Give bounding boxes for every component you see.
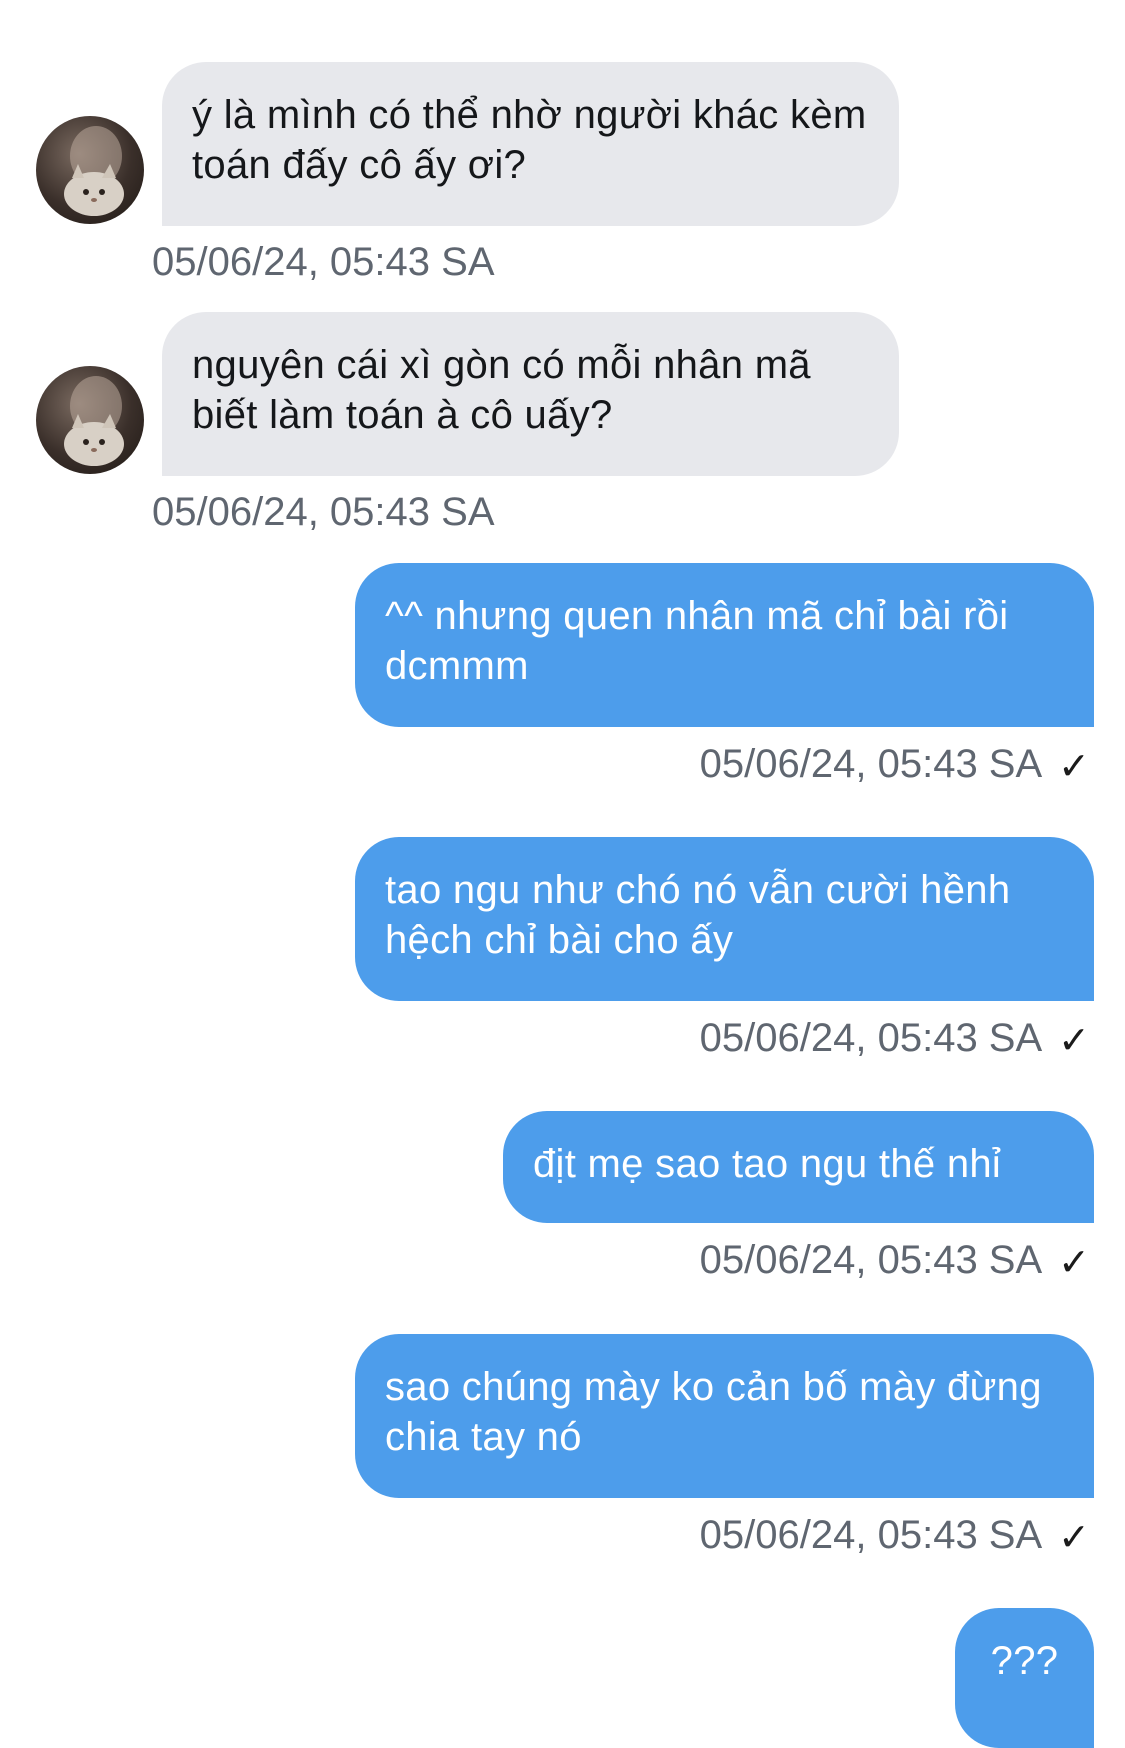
outgoing-message-bubble[interactable]: ^^ nhưng quen nhân mã chỉ bài rồi dcmmm bbox=[355, 563, 1094, 727]
message-timestamp: 05/06/24, 05:43 SA bbox=[152, 490, 495, 534]
message-timestamp: 05/06/24, 05:43 SA bbox=[699, 1016, 1043, 1060]
checkmark-icon: ✓ bbox=[1058, 1242, 1090, 1284]
checkmark-icon: ✓ bbox=[1058, 1020, 1090, 1062]
checkmark-icon: ✓ bbox=[1058, 1517, 1090, 1559]
message-meta: 05/06/24, 05:43 SA ✓ bbox=[700, 740, 1090, 791]
incoming-message-bubble[interactable]: ý là mình có thể nhờ người khác kèm toán… bbox=[162, 62, 899, 226]
outgoing-message-bubble[interactable]: ??? bbox=[955, 1608, 1094, 1748]
outgoing-message-bubble[interactable]: địt mẹ sao tao ngu thế nhỉ bbox=[503, 1111, 1094, 1223]
cat-avatar-icon bbox=[64, 376, 124, 466]
outgoing-message-bubble[interactable]: sao chúng mày ko cản bố mày đừng chia ta… bbox=[355, 1334, 1094, 1498]
message-meta: 05/06/24, 05:43 SA ✓ bbox=[700, 1511, 1090, 1562]
message-meta: 05/06/24, 05:43 SA ✓ bbox=[700, 1236, 1090, 1287]
checkmark-icon: ✓ bbox=[1058, 746, 1090, 788]
message-meta: 05/06/24, 05:43 SA ✓ bbox=[700, 1014, 1090, 1065]
cat-avatar-icon bbox=[64, 126, 124, 216]
message-timestamp: 05/06/24, 05:43 SA bbox=[699, 742, 1043, 786]
message-timestamp: 05/06/24, 05:43 SA bbox=[699, 1238, 1043, 1282]
contact-avatar[interactable] bbox=[36, 366, 144, 474]
incoming-message-bubble[interactable]: nguyên cái xì gòn có mỗi nhân mã biết là… bbox=[162, 312, 899, 476]
message-timestamp: 05/06/24, 05:43 SA bbox=[152, 240, 495, 284]
message-timestamp: 05/06/24, 05:43 SA bbox=[699, 1513, 1043, 1557]
contact-avatar[interactable] bbox=[36, 116, 144, 224]
outgoing-message-bubble[interactable]: tao ngu như chó nó vẫn cười hềnh hệch ch… bbox=[355, 837, 1094, 1001]
